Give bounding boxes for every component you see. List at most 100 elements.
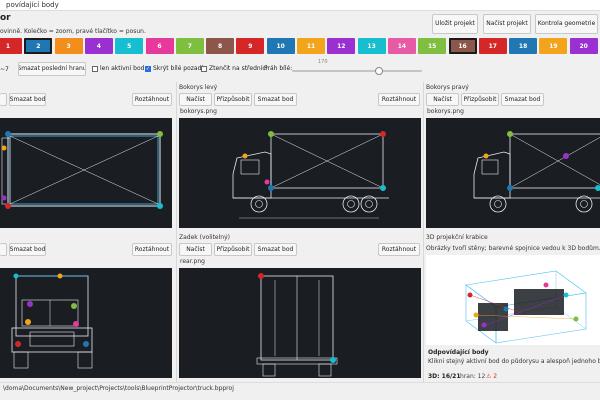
white-threshold-label: Práh bílé: — [264, 65, 293, 72]
preview3d-panel-title: 3D projekční krabice — [426, 234, 488, 241]
stat-edges: hran: 12 — [460, 373, 486, 380]
color-swatch-12[interactable]: 12 — [327, 38, 356, 54]
point-marker — [483, 153, 489, 159]
color-swatch-1[interactable]: 1 — [0, 38, 22, 54]
color-swatch-5[interactable]: 5 — [115, 38, 144, 54]
point-marker — [27, 301, 33, 307]
point-marker — [15, 341, 21, 347]
color-swatch-15[interactable]: 15 — [418, 38, 447, 54]
point-marker — [258, 273, 264, 279]
color-swatch-3[interactable]: 3 — [54, 38, 83, 54]
rear-pull-button[interactable]: Roztáhnout — [378, 243, 420, 256]
checkbox-unchecked-icon — [201, 65, 207, 72]
point-marker — [5, 131, 11, 137]
front-view-canvas[interactable] — [0, 268, 172, 378]
color-swatch-8[interactable]: 8 — [206, 38, 235, 54]
point-marker — [71, 303, 77, 309]
toolbar-heading: or — [0, 13, 11, 23]
checkbox-unchecked-icon — [92, 65, 98, 72]
point-marker — [268, 131, 274, 137]
side-right-fit-button[interactable]: Přizpůsobit — [461, 93, 499, 106]
color-swatch-19[interactable]: 19 — [539, 38, 568, 54]
top-view-canvas[interactable] — [0, 118, 172, 228]
color-swatch-6[interactable]: 6 — [145, 38, 174, 54]
side-right-drawing — [473, 131, 600, 213]
color-swatch-16[interactable]: 16 — [448, 38, 477, 54]
color-swatch-9[interactable]: 9 — [236, 38, 265, 54]
point-marker — [264, 179, 270, 185]
point-marker — [507, 185, 513, 191]
project-path-status: \doma\Documents\New_project\Projects\too… — [0, 382, 600, 393]
rear-view-canvas[interactable] — [179, 268, 421, 378]
preview3d-canvas[interactable] — [426, 255, 600, 345]
slider-handle[interactable] — [375, 67, 384, 75]
rear-load-button[interactable]: Načíst — [179, 243, 212, 256]
point-marker — [83, 341, 89, 347]
rear-fit-button[interactable]: Přizpůsobit — [214, 243, 252, 256]
point-marker — [380, 185, 386, 191]
window-title: povídající body — [0, 0, 600, 11]
top-load-button[interactable] — [0, 93, 7, 106]
color-swatch-20[interactable]: 20 — [569, 38, 598, 54]
color-swatch-10[interactable]: 10 — [266, 38, 295, 54]
top-delete-point-button[interactable]: Smazat bod — [9, 93, 46, 106]
front-delete-point-button[interactable]: Smazat bod — [9, 243, 46, 256]
top-pull-button[interactable]: Roztáhnout — [132, 93, 172, 106]
point-marker — [507, 131, 513, 137]
color-swatch-17[interactable]: 17 — [478, 38, 507, 54]
save-project-button[interactable]: Uložit projekt — [432, 14, 478, 34]
only-active-toggle[interactable]: len aktivní bod — [92, 65, 144, 72]
side-left-fit-button[interactable]: Přizpůsobit — [214, 93, 252, 106]
color-swatch-4[interactable]: 4 — [84, 38, 113, 54]
front-load-button[interactable] — [0, 243, 7, 256]
front-pull-button[interactable]: Roztáhnout — [132, 243, 172, 256]
side-left-pull-button[interactable]: Roztáhnout — [378, 93, 420, 106]
preview3d-drawing — [465, 270, 587, 344]
color-swatch-18[interactable]: 18 — [509, 38, 538, 54]
color-swatch-11[interactable]: 11 — [297, 38, 325, 54]
rear-file-name: rear.png — [180, 258, 205, 265]
toolbar-hint: ovinně. Kolečko = zoom, pravé tlačítko =… — [0, 28, 146, 35]
point-marker — [330, 357, 336, 363]
point-marker — [157, 131, 163, 137]
point-marker — [473, 312, 479, 318]
point-counter: ~7 — [0, 66, 9, 73]
point-marker — [467, 292, 473, 298]
point-marker — [242, 153, 248, 159]
point-marker — [481, 322, 487, 328]
white-threshold-value: 170 — [318, 59, 328, 65]
point-marker — [380, 131, 386, 137]
rear-delete-point-button[interactable]: Smazat bod — [254, 243, 297, 256]
side-left-canvas[interactable] — [179, 118, 421, 228]
hide-white-bg-toggle[interactable]: ✓ Skrýt bílé pozadí — [145, 65, 203, 72]
color-swatch-13[interactable]: 13 — [357, 38, 386, 54]
white-threshold-slider[interactable] — [292, 67, 422, 75]
side-left-delete-point-button[interactable]: Smazat bod — [254, 93, 297, 106]
check-geometry-button[interactable]: Kontrola geometrie — [535, 14, 598, 34]
point-marker — [503, 306, 509, 312]
side-right-load-button[interactable]: Načíst — [426, 93, 459, 106]
point-color-strip: 1 2 3 4 5 6 7 8 9 10 11 12 13 14 15 16 17 18 19 20 — [0, 38, 600, 54]
stat-warnings: ⚠ 2 — [486, 373, 498, 380]
color-swatch-7[interactable]: 7 — [175, 38, 204, 54]
color-swatch-2[interactable]: 2 — [24, 38, 53, 54]
point-marker — [268, 185, 274, 191]
point-marker — [563, 292, 569, 298]
side-left-file-name: bokorys.png — [180, 108, 217, 115]
side-right-delete-point-button[interactable]: Smazat bod — [501, 93, 544, 106]
point-marker — [57, 273, 63, 279]
front-view-drawing — [11, 273, 93, 369]
dim-center-toggle[interactable]: Ztenčit na středníci — [201, 65, 267, 72]
load-project-button[interactable]: Načíst projekt — [483, 14, 531, 34]
side-left-drawing — [232, 131, 389, 219]
side-left-load-button[interactable]: Načíst — [179, 93, 212, 106]
color-swatch-14[interactable]: 14 — [387, 38, 416, 54]
delete-last-edge-button[interactable]: Smazat poslední hranu — [18, 62, 86, 76]
point-marker — [595, 185, 600, 191]
side-right-canvas[interactable] — [426, 118, 600, 228]
corresponding-points-heading: Odpovídající body — [428, 349, 489, 356]
point-marker — [5, 203, 11, 209]
point-marker — [157, 203, 163, 209]
point-marker — [73, 321, 79, 327]
point-marker — [573, 316, 579, 322]
